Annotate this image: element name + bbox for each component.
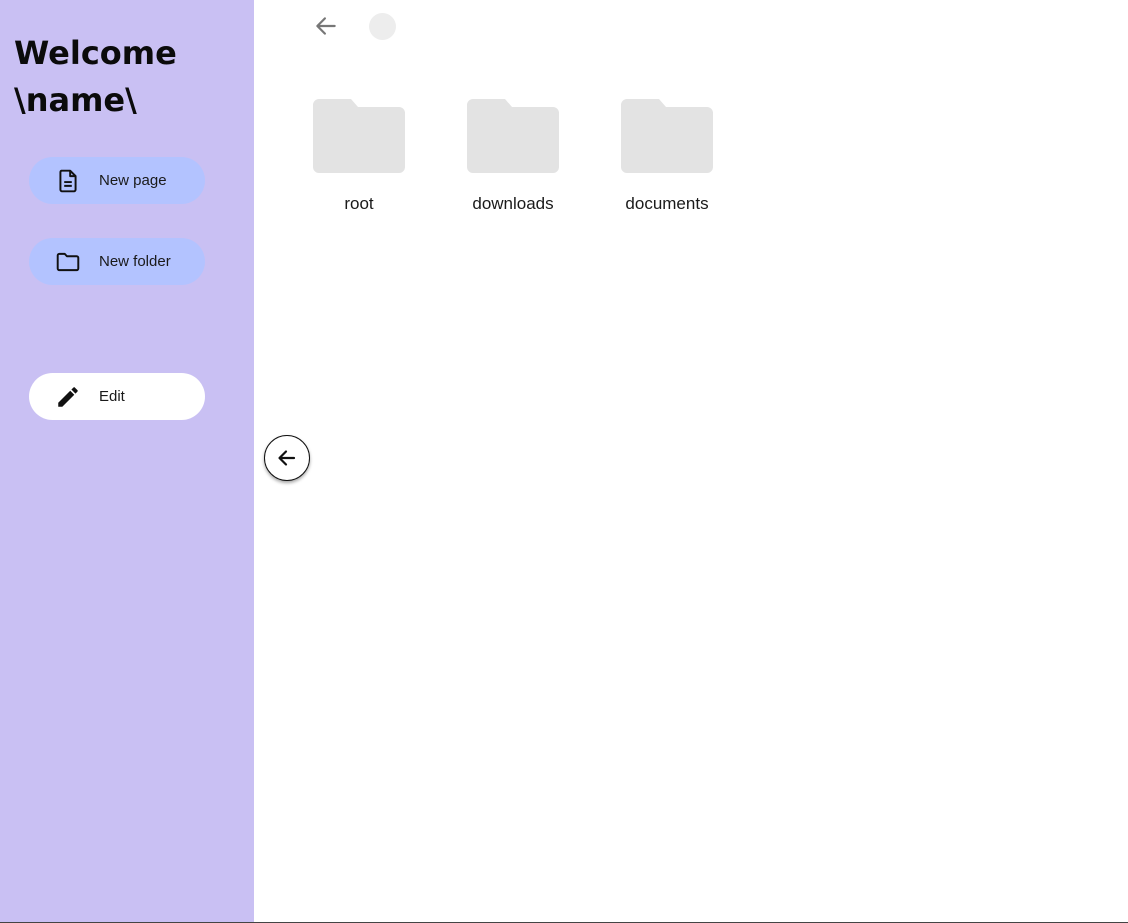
welcome-heading: Welcome \name\: [14, 30, 244, 124]
status-indicator: [369, 13, 396, 40]
new-folder-button[interactable]: New folder: [29, 238, 205, 285]
folder-item-documents[interactable]: documents: [602, 96, 732, 226]
edit-button[interactable]: Edit: [29, 373, 205, 420]
welcome-text: Welcome: [14, 34, 177, 72]
folder-icon: [56, 252, 80, 272]
back-arrow-icon[interactable]: [313, 13, 339, 39]
folder-item-root[interactable]: root: [294, 96, 424, 226]
document-icon: [59, 169, 77, 193]
app-window: Welcome \name\ New page New folder Edit: [0, 0, 1128, 923]
folder-name: downloads: [472, 194, 554, 213]
new-folder-label: New folder: [99, 253, 171, 270]
collapse-sidebar-button[interactable]: [264, 435, 310, 481]
folder-name: documents: [625, 194, 709, 213]
folder-icon: [313, 99, 405, 173]
arrow-left-icon: [278, 450, 296, 466]
new-page-button[interactable]: New page: [29, 157, 205, 204]
user-name: \name\: [14, 81, 137, 119]
sidebar: Welcome \name\ New page New folder Edit: [0, 0, 254, 922]
new-page-label: New page: [99, 172, 167, 189]
folder-icon: [621, 99, 713, 173]
folder-item-downloads[interactable]: downloads: [448, 96, 578, 226]
edit-label: Edit: [99, 388, 125, 405]
folder-name: root: [344, 194, 374, 213]
pencil-icon: [58, 387, 78, 407]
folder-icon: [467, 99, 559, 173]
